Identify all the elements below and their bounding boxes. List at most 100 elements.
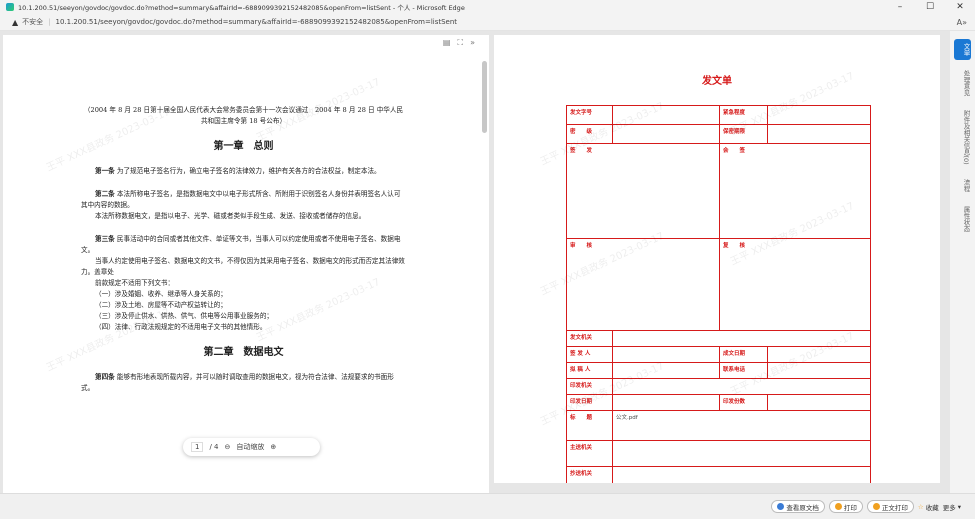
expand-icon[interactable]: »	[470, 38, 475, 48]
article-text: 能够有形地表现所载内容，并可以随时调取查用的数据电文，视为符合法律、法规要求的书…	[81, 373, 394, 392]
sidebar-toggle-icon[interactable]: ▤	[443, 38, 451, 48]
tab-form[interactable]: 文单	[954, 39, 971, 60]
form-field[interactable]	[767, 105, 871, 125]
window-titlebar: 10.1.200.51/seeyon/govdoc/govdoc.do?meth…	[0, 0, 975, 14]
form-field[interactable]	[767, 124, 871, 144]
close-button[interactable]: ✕	[945, 2, 975, 12]
print-label: 打印	[843, 503, 857, 512]
pdf-scrollbar[interactable]	[482, 61, 487, 133]
chevron-down-icon: ▾	[957, 502, 961, 511]
title-field[interactable]: 公文.pdf	[612, 410, 871, 441]
form-field[interactable]	[612, 346, 720, 363]
article-paragraph: 前款规定不适用下列文书：	[95, 279, 175, 287]
zoom-in-icon[interactable]: ⊕	[270, 443, 276, 451]
pdf-pager: 1 / 4 ⊖ 自动缩放 ⊕	[183, 438, 320, 456]
view-original-label: 查看原文档	[786, 503, 819, 512]
document-form-pane: 发文单 发文字号 紧急程度 密 级 保密期限 签 发 会 签 审 核 复 核 发…	[494, 35, 940, 483]
article-paragraph: 第四条 能够有形地表现所载内容，并可以随时调取查用的数据电文，视为符合法律、法规…	[81, 372, 406, 394]
right-tab-bar: 文单 处理意见 附件及相关信息(0) 流程 属性状态	[950, 31, 975, 493]
form-label: 印发机关	[566, 378, 613, 395]
printer-icon	[872, 503, 880, 510]
pdf-toolbar: ▤ ⛶ »	[443, 38, 475, 48]
form-label: 发文字号	[566, 105, 613, 125]
read-aloud-icon[interactable]: A»	[957, 18, 967, 27]
form-field[interactable]	[612, 362, 720, 379]
favorite-label: 收藏	[925, 503, 939, 512]
print-body-button[interactable]: 正文打印	[866, 500, 914, 513]
pdf-viewer[interactable]: ▤ ⛶ » （2004 年 8 月 28 日第十届全国人民代表大会常务委员会第十…	[3, 35, 489, 513]
form-field[interactable]	[612, 440, 871, 467]
form-label: 抄送机关	[566, 466, 613, 483]
tab-opinions[interactable]: 处理意见	[954, 66, 971, 100]
print-body-label: 正文打印	[881, 503, 908, 512]
article-label: 第二条	[95, 190, 115, 198]
form-label: 主送机关	[566, 440, 613, 467]
form-field[interactable]	[612, 105, 720, 125]
article-label: 第一条	[95, 167, 115, 175]
document-icon	[777, 503, 785, 510]
insecure-label[interactable]: 不安全	[22, 17, 43, 27]
form-label: 密 级	[566, 124, 613, 144]
article-label: 第四条	[95, 373, 115, 381]
form-field[interactable]	[612, 378, 871, 395]
form-label: 印发份数	[719, 394, 768, 411]
article-paragraph: 当事人约定使用电子签名、数据电文的文书，不得仅因为其采用电子签名、数据电文的形式…	[81, 257, 405, 276]
edge-icon	[6, 3, 14, 11]
form-label: 复 核	[719, 238, 871, 331]
maximize-button[interactable]: ☐	[915, 2, 945, 12]
form-label: 印发日期	[566, 394, 613, 411]
content-area: ▤ ⛶ » （2004 年 8 月 28 日第十届全国人民代表大会常务委员会第十…	[0, 31, 975, 513]
article-paragraph: 第一条 为了规范电子签名行为，确立电子签名的法律效力，维护有关各方的合法权益，制…	[81, 166, 406, 177]
address-separator: |	[48, 18, 51, 26]
article-item: （四）法律、行政法规规定的不适用电子文书的其他情形。	[95, 323, 267, 331]
star-icon: ☆	[917, 502, 924, 511]
tab-properties[interactable]: 属性状态	[954, 202, 971, 236]
form-label: 拟 稿 人	[566, 362, 613, 379]
article-label: 第三条	[95, 235, 115, 243]
minimize-button[interactable]: –	[885, 2, 915, 12]
fullscreen-icon[interactable]: ⛶	[457, 38, 463, 48]
article-text: 为了规范电子签名行为，确立电子签名的法律效力，维护有关各方的合法权益，制定本法。	[116, 167, 381, 175]
form-label: 标 题	[566, 410, 613, 441]
window-title: 10.1.200.51/seeyon/govdoc/govdoc.do?meth…	[18, 4, 465, 12]
article-text: 本法所称电子签名，是指数据电文中以电子形式所含、所附用于识别签名人身份并表明签名…	[81, 190, 401, 209]
form-label: 联系电话	[719, 362, 768, 379]
more-label: 更多	[942, 503, 956, 512]
form-label: 保密期限	[719, 124, 768, 144]
print-button[interactable]: 打印	[828, 500, 863, 513]
article-paragraph: 本法所称数据电文，是指以电子、光学、磁或者类似手段生成、发送、接收或者储存的信息…	[95, 212, 366, 220]
tab-attachments[interactable]: 附件及相关信息(0)	[954, 106, 971, 169]
warning-icon[interactable]: ▲	[12, 18, 18, 27]
form-label: 紧急程度	[719, 105, 768, 125]
form-field[interactable]	[767, 346, 871, 363]
zoom-select[interactable]: 自动缩放	[236, 442, 264, 452]
form-field[interactable]	[767, 394, 871, 411]
dispatch-form: 发文字号 紧急程度 密 级 保密期限 签 发 会 签 审 核 复 核 发文机关	[566, 105, 871, 483]
form-field[interactable]	[612, 466, 871, 483]
zoom-out-icon[interactable]: ⊖	[225, 443, 231, 451]
tab-workflow[interactable]: 流程	[954, 175, 971, 196]
law-preface: （2004 年 8 月 28 日第十届全国人民代表大会常务委员会第十一次会议通过…	[83, 106, 404, 125]
printer-icon	[834, 503, 842, 510]
view-original-button[interactable]: 查看原文档	[771, 500, 825, 513]
address-bar[interactable]: ▲ 不安全 | 10.1.200.51/seeyon/govdoc/govdoc…	[0, 14, 975, 31]
form-field[interactable]	[612, 394, 720, 411]
form-field[interactable]	[612, 124, 720, 144]
chapter-heading: 第二章 数据电文	[203, 347, 284, 358]
bottom-action-bar: 查看原文档 打印 正文打印 ☆ 收藏 更多 ▾	[0, 493, 975, 519]
form-label: 会 签	[719, 143, 871, 239]
page-number-input[interactable]: 1	[191, 442, 204, 452]
article-paragraph: 第三条 民事活动中的合同或者其他文件、单证等文书，当事人可以约定使用或者不使用电…	[81, 234, 406, 256]
form-label: 发文机关	[566, 330, 613, 347]
more-button[interactable]: 更多 ▾	[943, 502, 961, 512]
form-label: 签 发 人	[566, 346, 613, 363]
article-paragraph: 第二条 本法所称电子签名，是指数据电文中以电子形式所含、所附用于识别签名人身份并…	[81, 189, 406, 211]
url-text[interactable]: 10.1.200.51/seeyon/govdoc/govdoc.do?meth…	[56, 18, 957, 26]
form-title: 发文单	[702, 76, 732, 87]
form-field[interactable]	[767, 362, 871, 379]
form-label: 签 发	[566, 143, 720, 239]
form-label: 审 核	[566, 238, 720, 331]
chapter-heading: 第一章 总则	[213, 141, 274, 152]
form-field[interactable]	[612, 330, 871, 347]
favorite-button[interactable]: ☆ 收藏	[918, 502, 939, 512]
